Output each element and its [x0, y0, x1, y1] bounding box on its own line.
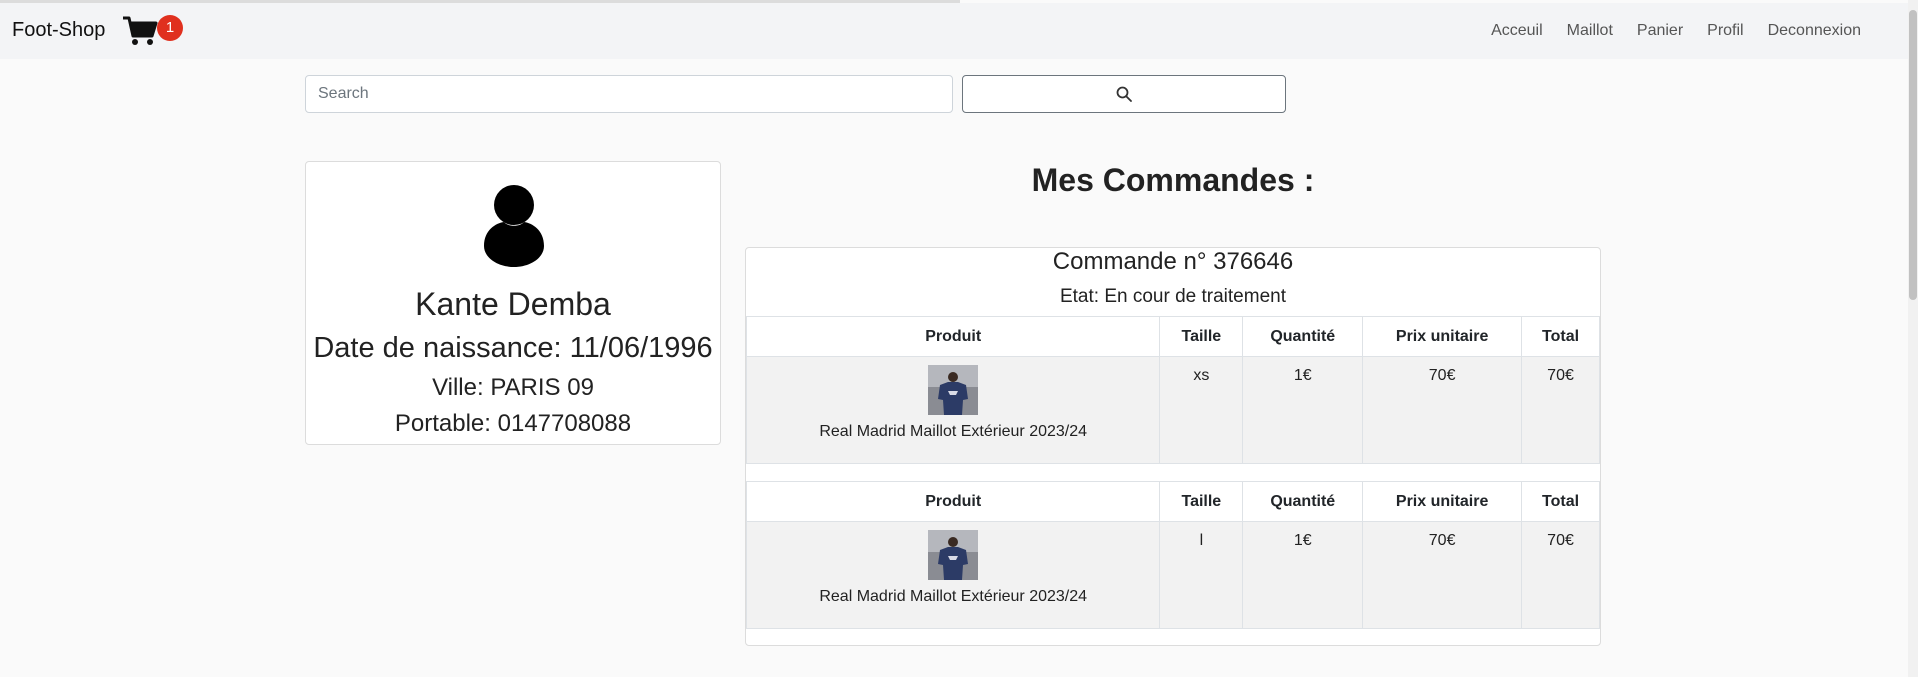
- cell-quantity: 1€: [1242, 521, 1364, 629]
- table-header-row: Produit Taille Quantité Prix unitaire To…: [745, 316, 1600, 357]
- order-items-table: Produit Taille Quantité Prix unitaire To…: [745, 481, 1600, 629]
- scrollbar-thumb[interactable]: [1909, 10, 1917, 300]
- cart-icon: [123, 16, 158, 45]
- product-name: Real Madrid Maillot Extérieur 2023/24: [819, 588, 1088, 605]
- col-header-prix-unitaire: Prix unitaire: [1362, 316, 1523, 357]
- col-header-total: Total: [1521, 481, 1600, 522]
- table-row: Real Madrid Maillot Extérieur 2023/24 l …: [745, 521, 1600, 629]
- order-number: Commande n° 376646: [1052, 248, 1294, 275]
- user-icon: [484, 185, 544, 267]
- jersey-thumbnail[interactable]: [928, 530, 979, 580]
- nav-link-acceuil[interactable]: Acceuil: [1491, 22, 1543, 40]
- col-header-produit: Produit: [745, 481, 1161, 522]
- navbar: Foot-Shop 1 Acceuil Maillot Panier Profi…: [0, 3, 1908, 59]
- nav-link-maillot[interactable]: Maillot: [1567, 22, 1613, 40]
- order-state: Etat: En cour de traitement: [1059, 286, 1286, 307]
- cell-quantity: 1€: [1242, 356, 1364, 464]
- profile-city: Ville: PARIS 09: [432, 374, 594, 401]
- table-row: Real Madrid Maillot Extérieur 2023/24 xs…: [745, 356, 1600, 464]
- cell-total: 70€: [1521, 521, 1600, 629]
- col-header-quantite: Quantité: [1242, 316, 1364, 357]
- profile-name: Kante Demba: [415, 286, 611, 322]
- profile-phone: Portable: 0147708088: [394, 410, 632, 437]
- brand[interactable]: Foot-Shop: [12, 19, 105, 42]
- search-input[interactable]: [305, 75, 953, 113]
- col-header-quantite: Quantité: [1242, 481, 1364, 522]
- cell-product: Real Madrid Maillot Extérieur 2023/24: [745, 521, 1161, 629]
- search-button[interactable]: [962, 75, 1286, 113]
- cart-button[interactable]: 1: [122, 13, 183, 53]
- cell-size: l: [1159, 521, 1244, 629]
- profile-card: Kante Demba Date de naissance: 11/06/199…: [305, 161, 721, 445]
- cart-count-badge: 1: [157, 15, 183, 41]
- page-scrollbar[interactable]: [1908, 0, 1918, 677]
- jersey-thumbnail[interactable]: [928, 365, 979, 415]
- col-header-taille: Taille: [1159, 316, 1244, 357]
- col-header-total: Total: [1521, 316, 1600, 357]
- col-header-produit: Produit: [745, 316, 1161, 357]
- product-name: Real Madrid Maillot Extérieur 2023/24: [819, 423, 1088, 440]
- cell-unit-price: 70€: [1362, 521, 1523, 629]
- nav-links: Acceuil Maillot Panier Profil Deconnexio…: [1491, 22, 1861, 40]
- nav-link-profil[interactable]: Profil: [1707, 22, 1743, 40]
- nav-link-deconnexion[interactable]: Deconnexion: [1768, 22, 1861, 40]
- order-card: Commande n° 376646 Etat: En cour de trai…: [745, 247, 1601, 646]
- order-items-table: Produit Taille Quantité Prix unitaire To…: [745, 316, 1600, 464]
- cell-unit-price: 70€: [1362, 356, 1523, 464]
- col-header-prix-unitaire: Prix unitaire: [1362, 481, 1523, 522]
- profile-dob: Date de naissance: 11/06/1996: [313, 332, 713, 364]
- col-header-taille: Taille: [1159, 481, 1244, 522]
- nav-link-panier[interactable]: Panier: [1637, 22, 1683, 40]
- orders-title: Mes Commandes :: [1031, 162, 1315, 198]
- search-icon: [1116, 86, 1132, 102]
- cell-total: 70€: [1521, 356, 1600, 464]
- table-header-row: Produit Taille Quantité Prix unitaire To…: [745, 481, 1600, 522]
- cell-size: xs: [1159, 356, 1244, 464]
- cell-product: Real Madrid Maillot Extérieur 2023/24: [745, 356, 1161, 464]
